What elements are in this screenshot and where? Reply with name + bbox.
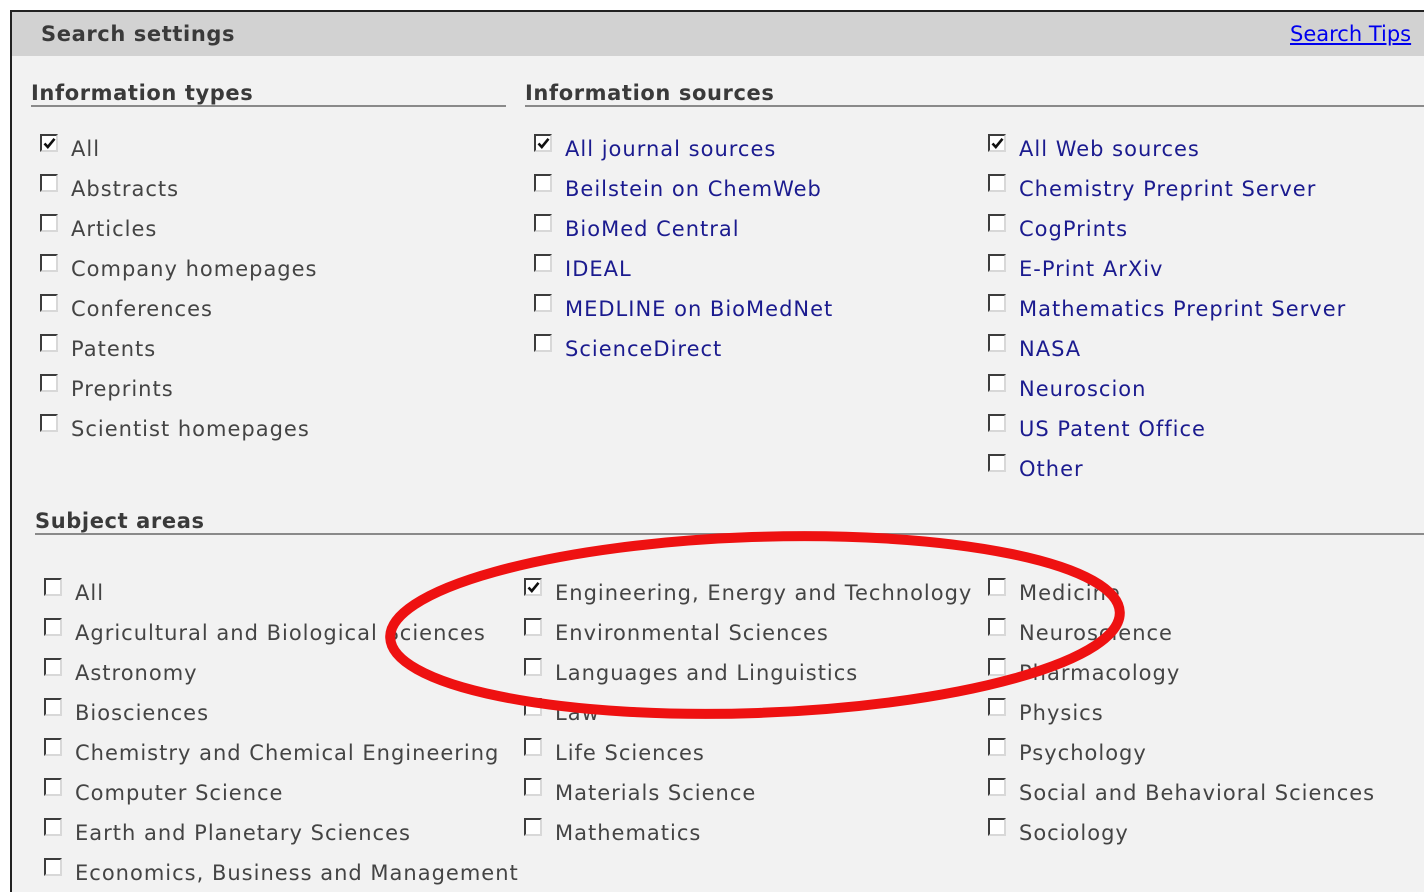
subject-label: Materials Science <box>555 781 757 805</box>
subject-label: Physics <box>1019 701 1104 725</box>
web-source-checkbox[interactable] <box>988 334 1006 352</box>
info-type-checkbox[interactable] <box>40 334 58 352</box>
subject-label: Psychology <box>1019 741 1147 765</box>
web-source-checkbox[interactable] <box>988 454 1006 472</box>
subject-label: Computer Science <box>75 781 284 805</box>
web-source-checkbox[interactable] <box>988 214 1006 232</box>
subject-label: Sociology <box>1019 821 1129 845</box>
info-sources-divider <box>525 105 1424 107</box>
subject-checkbox[interactable] <box>44 658 62 676</box>
info-sources-title: Information sources <box>525 81 775 105</box>
info-type-label: Articles <box>71 217 158 241</box>
subject-checkbox[interactable] <box>524 578 542 596</box>
subject-label: Social and Behavioral Sciences <box>1019 781 1376 805</box>
panel-title: Search settings <box>41 22 236 46</box>
info-type-checkbox[interactable] <box>40 174 58 192</box>
subject-label: Chemistry and Chemical Engineering <box>75 741 500 765</box>
info-type-checkbox[interactable] <box>40 254 58 272</box>
subject-checkbox[interactable] <box>988 778 1006 796</box>
info-type-checkbox[interactable] <box>40 294 58 312</box>
web-source-label: Mathematics Preprint Server <box>1019 297 1347 321</box>
journal-source-checkbox[interactable] <box>534 214 552 232</box>
subject-label: Law <box>555 701 600 725</box>
subject-checkbox[interactable] <box>44 618 62 636</box>
subject-checkbox[interactable] <box>988 738 1006 756</box>
subject-checkbox[interactable] <box>524 698 542 716</box>
subject-checkbox[interactable] <box>988 818 1006 836</box>
subject-checkbox[interactable] <box>524 658 542 676</box>
subject-label: Environmental Sciences <box>555 621 829 645</box>
journal-source-checkbox[interactable] <box>534 254 552 272</box>
journal-source-checkbox[interactable] <box>534 294 552 312</box>
info-type-label: Patents <box>71 337 157 361</box>
journal-source-checkbox[interactable] <box>534 174 552 192</box>
subject-label: Economics, Business and Management <box>75 861 519 885</box>
info-type-label: Abstracts <box>71 177 180 201</box>
subject-label: Pharmacology <box>1019 661 1181 685</box>
subject-label: Mathematics <box>555 821 702 845</box>
info-type-label: Preprints <box>71 377 174 401</box>
web-source-checkbox[interactable] <box>988 174 1006 192</box>
journal-source-label: All journal sources <box>565 137 777 161</box>
subject-checkbox[interactable] <box>44 738 62 756</box>
info-type-label: All <box>71 137 101 161</box>
info-type-checkbox[interactable] <box>40 214 58 232</box>
web-source-label: Chemistry Preprint Server <box>1019 177 1317 201</box>
subject-label: Life Sciences <box>555 741 705 765</box>
info-type-label: Scientist homepages <box>71 417 310 441</box>
subject-label: Biosciences <box>75 701 210 725</box>
subject-checkbox[interactable] <box>44 698 62 716</box>
journal-source-label: IDEAL <box>565 257 632 281</box>
subject-checkbox[interactable] <box>524 738 542 756</box>
web-source-label: CogPrints <box>1019 217 1129 241</box>
info-type-label: Company homepages <box>71 257 318 281</box>
web-source-checkbox[interactable] <box>988 134 1006 152</box>
web-source-label: E-Print ArXiv <box>1019 257 1164 281</box>
journal-source-checkbox[interactable] <box>534 134 552 152</box>
web-source-checkbox[interactable] <box>988 254 1006 272</box>
journal-source-label: MEDLINE on BioMedNet <box>565 297 834 321</box>
web-source-label: Other <box>1019 457 1084 481</box>
info-type-checkbox[interactable] <box>40 374 58 392</box>
subject-checkbox[interactable] <box>524 818 542 836</box>
info-types-divider <box>31 105 506 107</box>
info-type-checkbox[interactable] <box>40 414 58 432</box>
web-source-label: All Web sources <box>1019 137 1200 161</box>
subject-areas-divider <box>35 533 1424 535</box>
web-source-checkbox[interactable] <box>988 414 1006 432</box>
subject-label: Astronomy <box>75 661 198 685</box>
web-source-label: NASA <box>1019 337 1082 361</box>
journal-source-checkbox[interactable] <box>534 334 552 352</box>
info-types-title: Information types <box>31 81 254 105</box>
journal-source-label: Beilstein on ChemWeb <box>565 177 822 201</box>
subject-checkbox[interactable] <box>988 658 1006 676</box>
subject-label: Languages and Linguistics <box>555 661 859 685</box>
web-source-label: Neuroscion <box>1019 377 1147 401</box>
subject-label: Neuroscience <box>1019 621 1173 645</box>
web-source-label: US Patent Office <box>1019 417 1206 441</box>
journal-source-label: BioMed Central <box>565 217 740 241</box>
subject-label: Earth and Planetary Sciences <box>75 821 411 845</box>
search-tips-link[interactable]: Search Tips <box>1290 22 1411 46</box>
subject-label: Medicine <box>1019 581 1121 605</box>
subject-checkbox[interactable] <box>988 578 1006 596</box>
journal-source-label: ScienceDirect <box>565 337 723 361</box>
subject-label: Agricultural and Biological Sciences <box>75 621 486 645</box>
subject-checkbox[interactable] <box>988 698 1006 716</box>
subject-checkbox[interactable] <box>44 818 62 836</box>
info-type-checkbox[interactable] <box>40 134 58 152</box>
subject-checkbox[interactable] <box>44 578 62 596</box>
subject-areas-title: Subject areas <box>35 509 205 533</box>
subject-checkbox[interactable] <box>44 858 62 876</box>
subject-checkbox[interactable] <box>988 618 1006 636</box>
subject-checkbox[interactable] <box>524 778 542 796</box>
subject-checkbox[interactable] <box>524 618 542 636</box>
subject-label: All <box>75 581 105 605</box>
web-source-checkbox[interactable] <box>988 294 1006 312</box>
subject-label: Engineering, Energy and Technology <box>555 581 973 605</box>
info-type-label: Conferences <box>71 297 213 321</box>
subject-checkbox[interactable] <box>44 778 62 796</box>
web-source-checkbox[interactable] <box>988 374 1006 392</box>
